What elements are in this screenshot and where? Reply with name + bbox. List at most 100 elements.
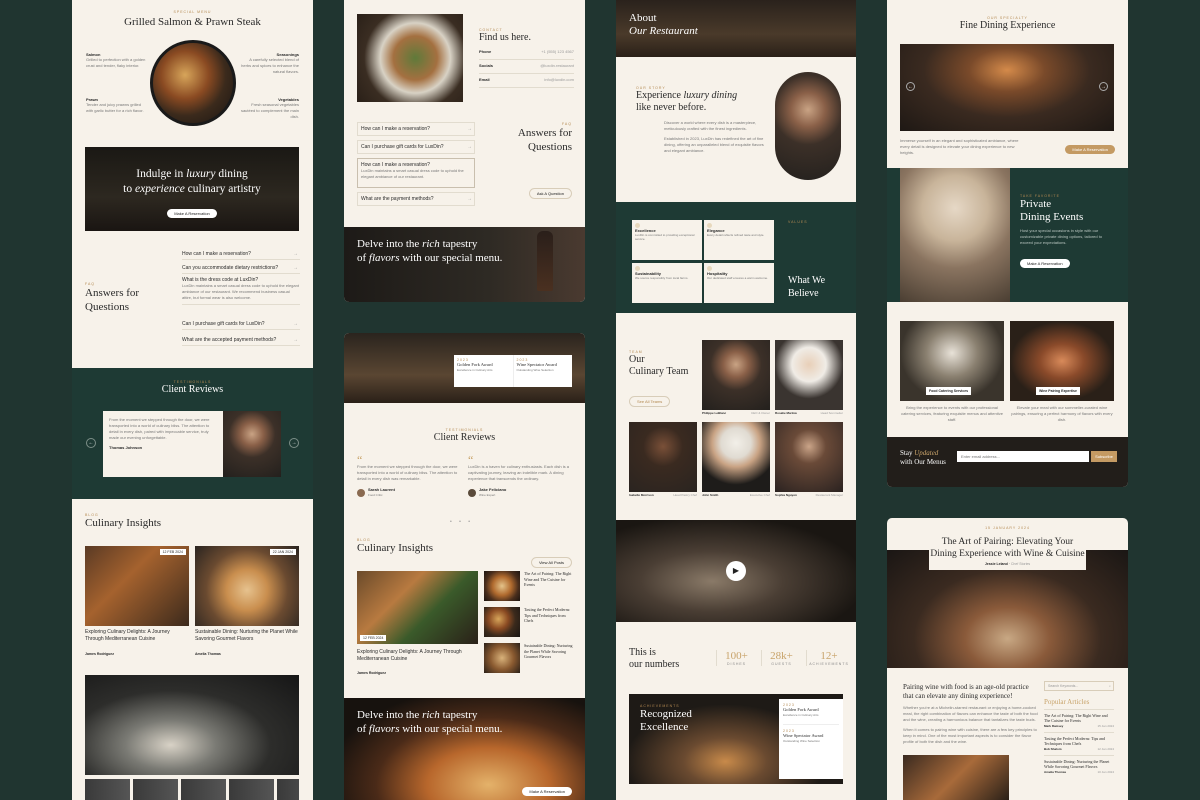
review-author: Thomas Johnson bbox=[109, 445, 143, 450]
newsletter-italic: Updated bbox=[914, 449, 939, 457]
value-desc: LuxDin is committed to providing excepti… bbox=[635, 233, 695, 241]
col2-reviews-page: 2023 Golden Fork Award Excellence in Cul… bbox=[344, 333, 585, 800]
ask-question-button[interactable]: Ask A Question bbox=[528, 188, 572, 199]
faq-answer: LuxDin maintains a smart casual dress co… bbox=[361, 168, 464, 179]
col1-page: Special Menu Grilled Salmon & Prawn Stea… bbox=[72, 0, 313, 800]
article-date: 15 JANUARY 2024 bbox=[985, 526, 1030, 530]
article-author: Jessie Leland bbox=[984, 562, 1008, 566]
fine-desc: Immerse yourself in an elegant and sophi… bbox=[900, 138, 1019, 155]
side-post-thumb[interactable] bbox=[484, 643, 520, 673]
make-reservation-button[interactable]: Make A Reservation bbox=[1065, 145, 1115, 154]
quote-icon: “ bbox=[468, 453, 474, 467]
popular-author: Mark Ramsey bbox=[1044, 724, 1064, 728]
prev-arrow-icon[interactable]: ← bbox=[86, 438, 96, 448]
delve-text: Delve into the bbox=[357, 709, 423, 721]
play-button-icon[interactable]: ▶ bbox=[726, 561, 746, 581]
private-desc: Host your special occasions in style wit… bbox=[1020, 228, 1103, 245]
dish-item-desc: Grilled to perfection with a golden crus… bbox=[86, 57, 146, 68]
contact-value[interactable]: info@luxdin.com bbox=[544, 77, 574, 82]
post-date: 12 FEB 2024 bbox=[360, 635, 387, 641]
article-lead: Pairing wine with food is an age-old pra… bbox=[903, 683, 1029, 700]
make-reservation-button[interactable]: Make A Reservation bbox=[1020, 259, 1070, 268]
values-section: Values What We Believe Excellence LuxDin… bbox=[616, 202, 856, 313]
newsletter-title: with Our Menus bbox=[900, 458, 946, 466]
subscribe-button[interactable]: Subscribe bbox=[1091, 451, 1117, 462]
delve-text: with our special menu. bbox=[399, 252, 503, 264]
team-member-photo bbox=[629, 422, 697, 492]
carousel-dots[interactable]: • • • bbox=[450, 519, 473, 525]
see-all-teams-button[interactable]: See All Teams bbox=[629, 396, 671, 407]
post-title[interactable]: Sustainable Dining: Nurturing the Planet… bbox=[195, 629, 299, 643]
email-field[interactable] bbox=[957, 451, 1089, 462]
banner-text: Indulge in bbox=[136, 168, 187, 180]
quote-icon: “ bbox=[357, 453, 363, 467]
side-post-title[interactable]: Sustainable Dining: Nurturing the Planet… bbox=[524, 643, 574, 660]
side-post-thumb[interactable] bbox=[484, 571, 520, 601]
review-role: Wine Expert bbox=[479, 493, 496, 497]
next-arrow-icon[interactable]: → bbox=[289, 438, 299, 448]
story-italic: luxury dining bbox=[683, 90, 738, 101]
faq-item[interactable]: What are the accepted payment methods? → bbox=[182, 334, 300, 346]
popular-date: 15 Jan 2024 bbox=[1097, 724, 1114, 728]
make-reservation-button[interactable]: Make A Reservation bbox=[167, 209, 217, 218]
next-arrow-icon[interactable]: → bbox=[1099, 82, 1108, 91]
banner-italic: experience bbox=[135, 183, 185, 195]
numbers-title: This is bbox=[629, 647, 656, 658]
post-author: James Rodriguez bbox=[85, 652, 114, 656]
faq-item[interactable]: What are the payment methods? → bbox=[357, 192, 475, 206]
dish-item-desc: Tender and juicy prawns grilled with gar… bbox=[86, 102, 144, 113]
blog-post-image[interactable]: 12 FEB 2024 bbox=[85, 546, 189, 626]
member-role: CEO & Owner bbox=[750, 411, 770, 415]
review-quote: From the moment we stepped through the d… bbox=[109, 417, 210, 440]
post-author: James Rodriguez bbox=[357, 671, 386, 675]
dish-item-desc: Fresh seasonal vegetables sautéed to com… bbox=[240, 102, 299, 119]
side-post-title[interactable]: The Art of Pairing: The Right Wine and T… bbox=[524, 571, 574, 588]
post-date: 22 JAN 2024 bbox=[269, 549, 296, 555]
prev-arrow-icon[interactable]: ← bbox=[906, 82, 915, 91]
popular-article-title[interactable]: Tasting the Perfect Moderns: Tips and Te… bbox=[1044, 736, 1114, 746]
faq-item[interactable]: Can I purchase gift cards for LuxDin? → bbox=[182, 318, 300, 330]
search-input[interactable]: Search Keywords... ⌕ bbox=[1044, 681, 1114, 691]
team-member-photo bbox=[775, 422, 843, 492]
banner-text: to bbox=[123, 183, 135, 195]
reviews-section: Testimonials Client Reviews From the mom… bbox=[72, 368, 313, 499]
post-title[interactable]: Exploring Culinary Delights: A Journey T… bbox=[85, 629, 189, 643]
member-role: Head Pastry Chef bbox=[673, 493, 697, 497]
faq-item[interactable]: How can I make a reservation? → bbox=[182, 248, 300, 260]
indulge-banner: Indulge in luxury dining to experience c… bbox=[85, 147, 299, 231]
delve-italic: flavors bbox=[368, 723, 400, 735]
stat-label: Dishes bbox=[726, 662, 747, 666]
catering-photo[interactable]: Food Catering Services bbox=[900, 321, 1004, 401]
contact-value[interactable]: +1 (555) 123 4567 bbox=[541, 49, 574, 54]
blog-post-image[interactable]: 22 JAN 2024 bbox=[195, 546, 299, 626]
member-role: Executive Chef bbox=[749, 493, 770, 497]
side-post-title[interactable]: Tasting the Perfect Moderns: Tips and Te… bbox=[524, 607, 574, 624]
post-title[interactable]: Exploring Culinary Delights: A Journey T… bbox=[357, 649, 478, 663]
delve-text: of bbox=[357, 252, 369, 264]
restaurant-table-photo bbox=[85, 675, 299, 775]
make-reservation-button[interactable]: Make A Reservation bbox=[522, 787, 572, 796]
recognized-title: Recognized bbox=[640, 708, 692, 720]
popular-article-title[interactable]: The Art of Pairing: The Right Wine and T… bbox=[1044, 713, 1114, 723]
faq-item[interactable]: Can you accommodate dietary restrictions… bbox=[182, 262, 300, 274]
award-sub: Excellence in Culinary Arts bbox=[457, 368, 493, 372]
col3-about-page: About Our Restaurant Our Story Experienc… bbox=[616, 0, 856, 800]
story-title: Experience bbox=[636, 90, 684, 101]
contact-value[interactable]: @luxdin.restaurant bbox=[540, 63, 574, 68]
popular-article-title[interactable]: Sustainable Dining: Nurturing the Planet… bbox=[1044, 759, 1114, 769]
award-sub: Excellence in Culinary Arts bbox=[783, 713, 819, 717]
delve-italic: rich bbox=[422, 238, 440, 250]
faq-item[interactable]: Can I purchase gift cards for LuxDin? → bbox=[357, 140, 475, 154]
dish-kicker: Special Menu bbox=[173, 10, 212, 14]
wine-pairing-photo[interactable]: Wine Pairing Expertise bbox=[1010, 321, 1114, 401]
faq-item[interactable]: How can I make a reservation? → bbox=[357, 122, 475, 136]
fine-title: Fine Dining Experience bbox=[959, 20, 1056, 31]
award-sub: Outstanding Wine Selection bbox=[516, 368, 554, 372]
col4-article-page: 15 JANUARY 2024 The Art of Pairing: Elev… bbox=[887, 518, 1128, 800]
side-post-thumb[interactable] bbox=[484, 607, 520, 637]
contact-label: Email bbox=[479, 77, 490, 82]
blog-main-image[interactable]: 12 FEB 2024 bbox=[357, 571, 478, 644]
value-desc: Every detail reflects refined taste and … bbox=[707, 233, 765, 237]
view-all-posts-button[interactable]: View All Posts bbox=[530, 557, 572, 568]
service-desc: Bring the experience to events with our … bbox=[901, 405, 1003, 422]
